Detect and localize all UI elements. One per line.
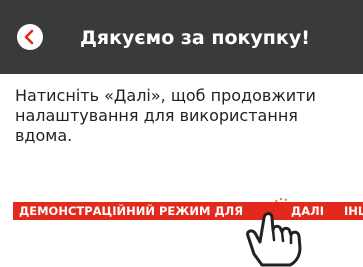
back-button[interactable] (17, 24, 43, 50)
other-button[interactable]: ІНШ (344, 204, 363, 218)
tap-hand-icon (246, 198, 302, 267)
page-title: Дякуємо за покупку! (80, 27, 310, 49)
screen: Дякуємо за покупку! Натисніть «Далі», що… (0, 0, 363, 267)
header: Дякуємо за покупку! (0, 0, 363, 74)
back-arrow-icon (24, 29, 34, 45)
instruction-text: Натисніть «Далі», щоб продовжити налашту… (15, 86, 316, 145)
demo-mode-button[interactable]: ДЕМОНСТРАЦІЙНИЙ РЕЖИМ ДЛЯ (19, 204, 243, 218)
